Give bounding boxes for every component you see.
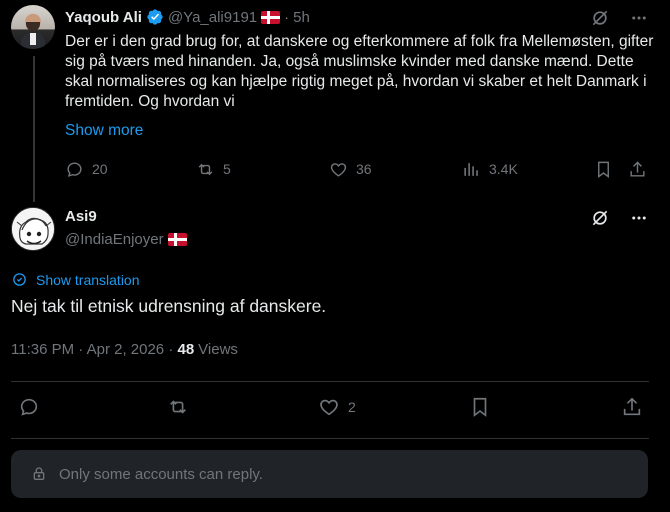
parent-author-avatar[interactable] [11,5,55,49]
reply-views-count: 48 [177,341,195,358]
grok-icon[interactable] [590,8,610,28]
share-icon [623,397,641,416]
reply-author-handle[interactable]: @IndiaEnjoyer [65,231,164,248]
repost-count: 5 [223,161,231,177]
like-icon [330,162,347,177]
reply-restriction-notice: Only some accounts can reply. [11,450,648,498]
thread-line [33,56,35,202]
share-button[interactable] [628,158,647,180]
translate-icon [13,273,26,286]
views-count: 3.4K [489,161,518,177]
views-button[interactable]: 3.4K [462,158,518,180]
denmark-flag-icon [167,233,187,246]
reply-button[interactable] [18,396,40,418]
like-button[interactable]: 36 [329,158,372,180]
reply-post-actions: 2 [11,396,649,424]
verified-badge-icon [147,9,163,25]
divider [11,438,649,439]
denmark-flag-icon [261,10,281,24]
more-icon[interactable] [630,9,648,27]
reply-button[interactable]: 20 [65,158,108,180]
repost-button[interactable]: 5 [196,158,231,180]
bookmark-button[interactable] [594,158,613,180]
parent-post-actions: 20 5 36 3.4K [65,158,650,180]
reply-post-top-actions [590,208,648,228]
repost-icon [170,400,186,414]
parent-post-top-actions [590,8,648,28]
like-icon [320,399,338,416]
more-icon[interactable] [630,209,648,227]
reply-count: 20 [92,161,108,177]
reply-author-handle-row: @IndiaEnjoyer [65,231,187,248]
reply-post-text: Nej tak til etnisk udrensning af dansker… [11,296,327,316]
cartoon-avatar-icon [12,208,54,250]
reply-author-name[interactable]: Asi9 [65,208,97,225]
views-icon [464,162,478,176]
repost-button[interactable] [167,396,189,418]
divider [11,381,649,382]
reply-icon [67,161,82,177]
show-translation-link[interactable]: Show translation [11,271,140,288]
share-button[interactable] [621,396,643,418]
avatar-detail [26,22,40,31]
show-translation-label: Show translation [36,271,140,288]
repost-icon [198,163,213,175]
reply-post-meta: 11:36 PM · Apr 2, 2026 · 48 Views [11,341,238,358]
bookmark-button[interactable] [469,396,491,418]
separator-dot: · [284,8,290,26]
reply-restriction-text: Only some accounts can reply. [59,465,263,483]
parent-post-header: Yaqoub Ali @Ya_ali9191 · 5h [65,7,310,27]
like-button[interactable]: 2 [318,396,356,418]
show-more-link[interactable]: Show more [65,122,143,140]
reply-icon [20,398,38,416]
like-count: 36 [356,161,372,177]
avatar-detail [30,33,36,45]
post-time[interactable]: 5h [293,9,310,26]
lock-icon [33,467,45,480]
reply-views-label: Views [198,341,238,358]
reply-author-avatar[interactable] [11,207,55,251]
bookmark-icon [473,397,487,417]
parent-author-handle[interactable]: @Ya_ali9191 [168,9,257,26]
parent-author-name[interactable]: Yaqoub Ali [65,9,142,26]
like-count: 2 [348,399,356,415]
bookmark-icon [598,161,609,178]
grok-icon[interactable] [590,208,610,228]
parent-post-text: Der er i den grad brug for, at danskere … [65,33,654,110]
share-icon [630,160,645,177]
reply-timestamp[interactable]: 11:36 PM · Apr 2, 2026 · [11,341,177,358]
